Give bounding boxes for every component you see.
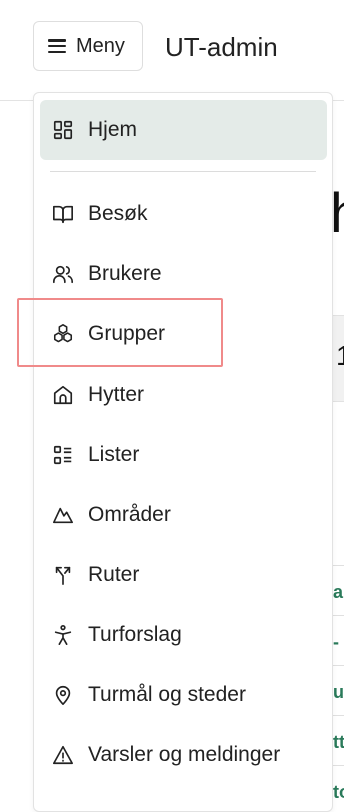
- menu-divider: [50, 171, 316, 172]
- background-row-divider: [332, 765, 344, 766]
- menu-item-ruter[interactable]: Ruter: [40, 545, 327, 605]
- background-row-divider: [332, 665, 344, 666]
- navigation-dropdown: Hjem Besøk Brukere Grupper Hytter Lister…: [33, 92, 333, 812]
- menu-item-label: Brukere: [88, 262, 162, 285]
- background-link-fragment[interactable]: uk: [333, 682, 344, 703]
- background-row-divider: [332, 715, 344, 716]
- list-icon: [53, 445, 72, 465]
- menu-item-omrader[interactable]: Områder: [40, 485, 327, 545]
- background-row-divider: [332, 615, 344, 616]
- background-number-fragment: 1: [336, 340, 344, 371]
- person-icon: [54, 625, 72, 645]
- warning-icon: [53, 745, 73, 765]
- book-open-icon: [53, 205, 73, 224]
- menu-item-label: Hjem: [88, 118, 138, 141]
- menu-button-label: Meny: [76, 34, 125, 57]
- dashboard-icon: [53, 120, 73, 140]
- background-link-fragment[interactable]: to: [333, 782, 344, 803]
- route-split-icon: [55, 566, 71, 585]
- menu-item-label: Varsler og meldinger: [88, 743, 281, 766]
- menu-item-label: Ruter: [88, 563, 140, 586]
- menu-item-besok[interactable]: Besøk: [40, 184, 327, 244]
- menu-item-brukere[interactable]: Brukere: [40, 244, 327, 304]
- menu-item-hytter[interactable]: Hytter: [40, 365, 327, 425]
- mountain-icon: [53, 507, 73, 524]
- menu-item-label: Områder: [88, 503, 171, 526]
- hamburger-icon: [48, 39, 66, 53]
- app-title: UT-admin: [165, 32, 278, 62]
- users-icon: [53, 265, 73, 284]
- menu-item-lister[interactable]: Lister: [40, 425, 327, 485]
- menu-item-label: Turmål og steder: [88, 683, 246, 706]
- menu-item-hjem[interactable]: Hjem: [40, 100, 327, 160]
- menu-item-varsler-og-meldinger[interactable]: Varsler og meldinger: [40, 725, 327, 785]
- background-link-fragment[interactable]: ar: [333, 582, 344, 603]
- menu-item-label: Besøk: [88, 202, 148, 225]
- menu-item-label: Turforslag: [88, 623, 182, 646]
- menu-item-turforslag[interactable]: Turforslag: [40, 605, 327, 665]
- menu-item-turmal-og-steder[interactable]: Turmål og steder: [40, 665, 327, 725]
- top-header: Meny UT-admin: [0, 0, 344, 101]
- menu-item-label: Lister: [88, 443, 140, 466]
- menu-button[interactable]: Meny: [33, 21, 143, 71]
- background-link-fragment[interactable]: tt: [333, 732, 344, 753]
- cabin-icon: [53, 385, 73, 405]
- background-row-divider: [332, 565, 344, 566]
- menu-item-label: Hytter: [88, 383, 145, 406]
- background-link-fragment[interactable]: -: [333, 632, 339, 653]
- map-pin-icon: [55, 685, 71, 705]
- highlight-box: [17, 298, 223, 367]
